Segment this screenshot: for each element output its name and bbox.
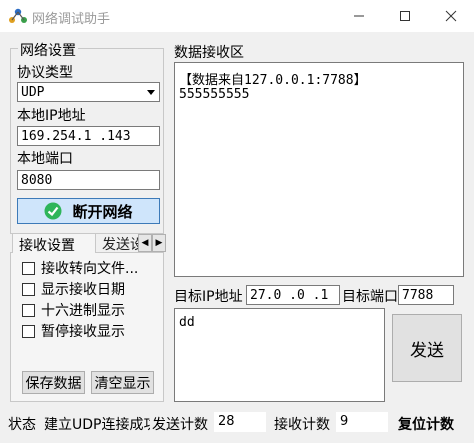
minimize-button[interactable] bbox=[336, 0, 382, 32]
option-label: 接收转向文件... bbox=[41, 261, 139, 277]
receive-line: 555555555 bbox=[179, 87, 250, 102]
send-button[interactable]: 发送 bbox=[392, 314, 462, 382]
close-icon bbox=[445, 10, 457, 22]
local-ip-input[interactable]: 169.254.1 .143 bbox=[17, 126, 160, 146]
local-port-input[interactable]: 8080 bbox=[17, 170, 160, 190]
option-label: 暂停接收显示 bbox=[41, 324, 125, 340]
close-button[interactable] bbox=[428, 0, 474, 32]
option-show-date[interactable]: 显示接收日期 bbox=[22, 279, 125, 299]
receive-textarea[interactable]: 【数据来自127.0.0.1:7788】 555555555 bbox=[174, 62, 464, 277]
tab-scroll-right-button[interactable]: ▶ bbox=[152, 234, 166, 252]
send-count-label: 发送计数 bbox=[152, 417, 208, 433]
recv-count-label: 接收计数 bbox=[274, 417, 330, 433]
chevron-right-icon: ▶ bbox=[155, 238, 163, 248]
protocol-label: 协议类型 bbox=[17, 65, 73, 81]
local-ip-label: 本地IP地址 bbox=[17, 108, 86, 124]
send-count-value: 28 bbox=[214, 412, 266, 432]
tab-scroll-left-button[interactable]: ◀ bbox=[138, 234, 152, 252]
checkbox[interactable] bbox=[22, 324, 35, 338]
option-redirect-to-file[interactable]: 接收转向文件... bbox=[22, 258, 138, 278]
reset-count-button[interactable]: 复位计数 bbox=[398, 414, 454, 434]
option-label: 显示接收日期 bbox=[41, 282, 125, 298]
check-circle-icon bbox=[44, 202, 62, 220]
target-port-input[interactable]: 7788 bbox=[398, 285, 454, 305]
clear-display-button[interactable]: 清空显示 bbox=[91, 371, 154, 394]
option-hex-display[interactable]: 十六进制显示 bbox=[22, 300, 125, 320]
protocol-select[interactable]: UDP bbox=[17, 82, 160, 102]
maximize-icon bbox=[400, 11, 410, 21]
tab-send-settings[interactable]: 发送设置 bbox=[96, 233, 138, 253]
app-network-icon bbox=[8, 7, 28, 25]
window-title: 网络调试助手 bbox=[32, 12, 111, 27]
target-ip-label: 目标IP地址 bbox=[174, 289, 243, 305]
checkbox[interactable] bbox=[22, 261, 35, 275]
tab-receive-settings[interactable]: 接收设置 bbox=[12, 233, 96, 254]
local-port-label: 本地端口 bbox=[17, 151, 73, 167]
protocol-value: UDP bbox=[21, 85, 45, 100]
chevron-left-icon: ◀ bbox=[141, 238, 149, 248]
target-ip-input[interactable]: 27.0 .0 .1 bbox=[246, 285, 340, 305]
target-port-label: 目标端口 bbox=[342, 289, 398, 305]
save-data-button[interactable]: 保存数据 bbox=[22, 371, 85, 394]
chevron-down-icon bbox=[147, 90, 155, 95]
checkbox[interactable] bbox=[22, 303, 35, 317]
receive-line: 【数据来自127.0.0.1:7788】 bbox=[179, 73, 367, 88]
send-textarea[interactable]: dd bbox=[174, 308, 385, 402]
minimize-icon bbox=[354, 15, 364, 17]
receive-area-title: 数据接收区 bbox=[174, 45, 244, 61]
checkbox[interactable] bbox=[22, 282, 35, 296]
network-settings-title: 网络设置 bbox=[18, 40, 78, 60]
status-text: 建立UDP连接成功 bbox=[44, 417, 150, 433]
maximize-button[interactable] bbox=[382, 0, 428, 32]
recv-count-value: 9 bbox=[336, 412, 388, 432]
disconnect-button-label: 断开网络 bbox=[72, 202, 133, 221]
send-text: dd bbox=[179, 315, 195, 330]
disconnect-button[interactable]: 断开网络 bbox=[17, 198, 160, 224]
option-pause-display[interactable]: 暂停接收显示 bbox=[22, 321, 125, 341]
option-label: 十六进制显示 bbox=[41, 303, 125, 319]
status-label: 状态 bbox=[8, 417, 36, 433]
